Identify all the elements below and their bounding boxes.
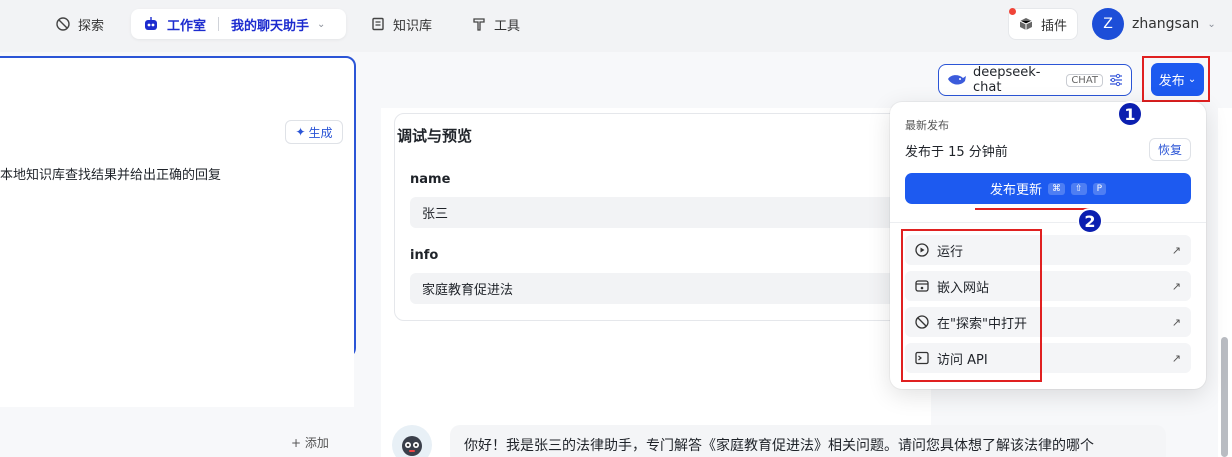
shortcut-key-cmd: ⌘ (1048, 182, 1066, 195)
model-name: deepseek-chat (973, 65, 1041, 95)
annotation-underline (975, 208, 1090, 210)
arrow-up-right-icon: ↗ (1171, 351, 1181, 365)
plugins-label: 插件 (1041, 18, 1068, 34)
arrow-up-right-icon: ↗ (1171, 243, 1181, 257)
scrollbar-thumb[interactable] (1221, 337, 1228, 457)
assistant-name: 我的聊天助手 (231, 18, 310, 34)
hammer-icon (472, 17, 486, 31)
book-icon (371, 17, 385, 31)
annotation-box-menu (901, 229, 1042, 382)
chevron-down-icon: ⌄ (317, 18, 326, 30)
settings-sliders-icon[interactable] (1109, 73, 1123, 87)
add-label: 添加 (304, 436, 329, 450)
nav-tools-label: 工具 (494, 18, 521, 34)
plus-icon: + (291, 436, 302, 450)
nav-tools[interactable]: 工具 (472, 9, 520, 39)
plugins-button[interactable]: 插件 (1008, 8, 1079, 40)
user-menu[interactable]: Z zhangsan ⌄ (1092, 8, 1216, 40)
arrow-up-right-icon: ↗ (1171, 315, 1181, 329)
restore-button[interactable]: 恢复 (1149, 138, 1191, 161)
publish-update-label: 发布更新 (990, 183, 1043, 198)
explore-icon (56, 17, 70, 31)
generate-label: 生成 (308, 125, 333, 140)
nav-studio[interactable]: 工作室 我的聊天助手 ⌄ (131, 9, 346, 39)
name-input[interactable]: 张三 (410, 197, 920, 228)
divider (890, 222, 1206, 223)
arrow-up-right-icon: ↗ (1171, 279, 1181, 293)
annotation-badge-2: 2 (1077, 208, 1103, 234)
bot-message: 你好！我是张三的法律助手，专门解答《家庭教育促进法》相关问题。请问您具体想了解该… (450, 425, 1166, 457)
nav-explore-label: 探索 (78, 18, 105, 34)
top-nav: 探索 工作室 我的聊天助手 ⌄ 知识库 工具 插件 Z zhangsan ⌄ (0, 0, 1232, 48)
username: zhangsan (1132, 16, 1200, 32)
latest-publish-label: 最新发布 (905, 119, 949, 132)
bot-avatar (392, 425, 432, 457)
debug-title: 调试与预览 (397, 127, 473, 145)
annotation-badge-1: 1 (1117, 101, 1143, 127)
publish-update-button[interactable]: 发布更新 ⌘ ⇧ P (905, 173, 1191, 204)
add-button[interactable]: + 添加 (291, 434, 329, 451)
whale-icon (947, 73, 967, 87)
avatar: Z (1092, 8, 1124, 40)
chevron-down-icon: ⌄ (1207, 18, 1216, 30)
info-input[interactable]: 家庭教育促进法 (410, 273, 920, 304)
shortcut-key-shift: ⇧ (1071, 182, 1087, 195)
model-tag: CHAT (1066, 73, 1103, 87)
model-selector[interactable]: deepseek-chat CHAT (938, 64, 1132, 96)
nav-studio-label: 工作室 (167, 18, 207, 34)
cube-icon (1019, 17, 1033, 31)
nav-knowledge[interactable]: 知识库 (371, 9, 432, 39)
shortcut-key-p: P (1092, 182, 1106, 195)
nav-knowledge-label: 知识库 (393, 18, 433, 34)
field-label-info: info (410, 248, 439, 263)
notification-dot (1009, 8, 1016, 15)
field-label-name: name (410, 172, 451, 187)
sparkle-icon: ✦ (295, 125, 306, 139)
nav-explore[interactable]: 探索 (56, 9, 104, 39)
robot-icon (143, 16, 159, 32)
published-time: 发布于 15 分钟前 (905, 145, 1008, 160)
generate-button[interactable]: ✦ 生成 (285, 120, 343, 144)
prompt-text[interactable]: 本地知识库查找结果并给出正确的回复 (0, 154, 354, 407)
annotation-box-publish (1142, 56, 1210, 102)
divider (218, 17, 220, 31)
